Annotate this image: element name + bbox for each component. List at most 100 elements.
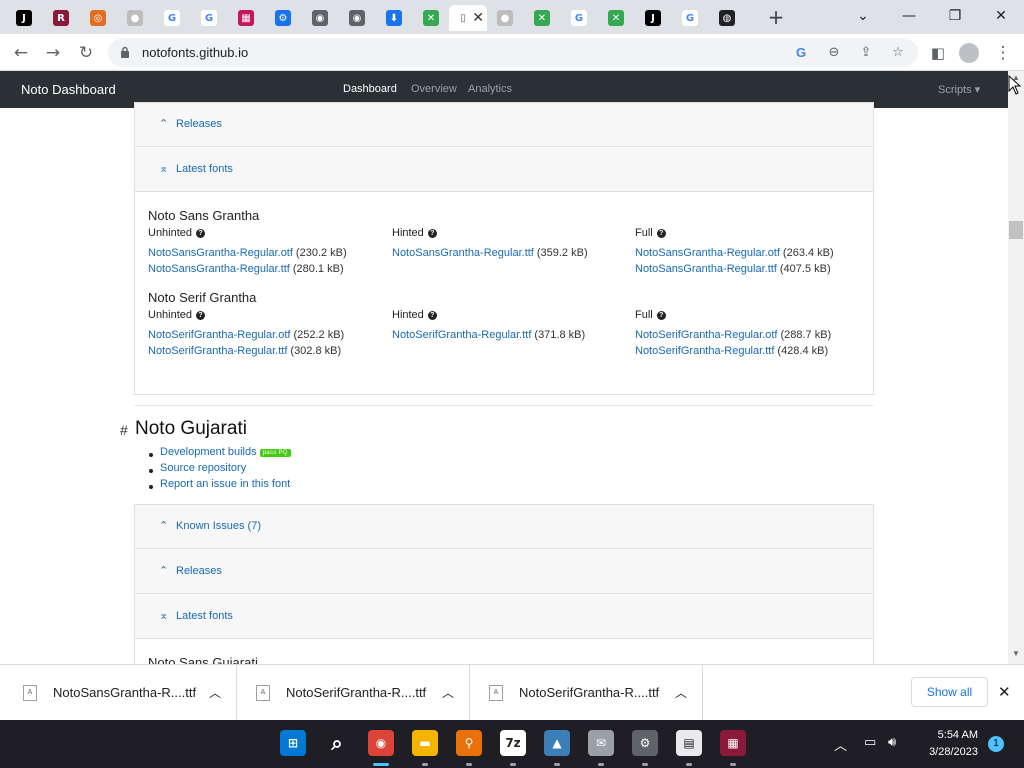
magnifier-app-icon[interactable]: ⚲ bbox=[456, 730, 482, 756]
font-file-link[interactable]: NotoSerifGrantha-Regular.otf bbox=[635, 329, 777, 341]
browser-tab[interactable]: R bbox=[43, 5, 79, 31]
releases-header[interactable]: ⌃ Releases bbox=[135, 550, 873, 594]
bookmark-star-icon[interactable]: ☆ bbox=[888, 43, 908, 63]
browser-tab[interactable]: ◉ bbox=[302, 5, 338, 31]
brand-link[interactable]: Noto Dashboard bbox=[21, 82, 116, 97]
browser-tab[interactable]: ✕ bbox=[413, 5, 449, 31]
help-icon[interactable]: ? bbox=[196, 229, 206, 238]
releases-label[interactable]: Releases bbox=[176, 565, 222, 577]
minimize-button[interactable]: — bbox=[894, 4, 924, 28]
nav-analytics[interactable]: Analytics bbox=[468, 83, 512, 95]
font-file-link[interactable]: NotoSansGrantha-Regular.otf bbox=[635, 247, 780, 259]
releases-label[interactable]: Releases bbox=[176, 118, 222, 130]
browser-tab[interactable]: ▦ bbox=[228, 5, 264, 31]
browser-tab[interactable]: ✕ bbox=[598, 5, 634, 31]
help-icon[interactable]: ? bbox=[656, 311, 666, 320]
font-file-link[interactable]: NotoSansGrantha-Regular.otf bbox=[148, 247, 293, 259]
search-icon[interactable]: ⌕ bbox=[324, 730, 350, 756]
download-filename[interactable]: NotoSerifGrantha-R....ttf bbox=[286, 685, 426, 700]
browser-tab[interactable]: G bbox=[191, 5, 227, 31]
lock-icon[interactable] bbox=[120, 46, 130, 58]
chevron-up-icon[interactable]: ︿ bbox=[442, 684, 454, 701]
notification-badge[interactable]: 1 bbox=[988, 736, 1004, 752]
help-icon[interactable]: ? bbox=[656, 229, 666, 238]
font-file-link[interactable]: NotoSerifGrantha-Regular.otf bbox=[148, 329, 290, 341]
font-file-link[interactable]: NotoSerifGrantha-Regular.ttf bbox=[635, 345, 774, 357]
share-icon[interactable]: ⇪ bbox=[856, 43, 876, 63]
network-icon[interactable]: ▭ bbox=[864, 735, 876, 750]
known-issues-label[interactable]: Known Issues (7) bbox=[176, 520, 261, 532]
tab-close-icon[interactable]: ✕ bbox=[472, 10, 484, 26]
profile-avatar-icon[interactable] bbox=[956, 40, 982, 66]
winrar-taskbar-icon[interactable]: ▦ bbox=[720, 730, 746, 756]
dev-builds-link[interactable]: Development builds bbox=[160, 446, 257, 458]
scrollbar-thumb[interactable] bbox=[1009, 221, 1023, 239]
inkscape-icon[interactable]: ▲ bbox=[544, 730, 570, 756]
chevron-up-icon[interactable]: ︿ bbox=[209, 684, 221, 701]
7zip-icon[interactable]: 7z bbox=[500, 730, 526, 756]
browser-tab[interactable]: ⬇ bbox=[376, 5, 412, 31]
browser-tab[interactable]: ▯ ✕ bbox=[449, 5, 487, 31]
help-icon[interactable]: ? bbox=[196, 311, 206, 320]
browser-tab[interactable]: J bbox=[635, 5, 671, 31]
side-panel-icon[interactable]: ◧ bbox=[925, 40, 951, 66]
mail-app-icon[interactable]: ✉ bbox=[588, 730, 614, 756]
clock-date[interactable]: 3/28/2023 bbox=[914, 746, 978, 758]
close-icon[interactable]: ✕ bbox=[998, 683, 1011, 701]
chevron-up-icon[interactable]: ︿ bbox=[675, 684, 687, 701]
clock-time[interactable]: 5:54 AM bbox=[930, 729, 978, 741]
scroll-down-arrow-icon[interactable]: ▼ bbox=[1012, 649, 1020, 658]
chevron-up-tray-icon[interactable]: ︿ bbox=[834, 735, 847, 754]
browser-tab[interactable]: G bbox=[154, 5, 190, 31]
report-issue-link[interactable]: Report an issue in this font bbox=[160, 478, 290, 490]
anchor-link[interactable]: # bbox=[120, 422, 128, 438]
browser-tab[interactable]: ◎ bbox=[80, 5, 116, 31]
chrome-taskbar-icon[interactable]: ◉ bbox=[368, 730, 394, 756]
close-window-button[interactable]: ✕ bbox=[986, 4, 1016, 28]
latest-fonts-label[interactable]: Latest fonts bbox=[176, 163, 233, 175]
browser-tab[interactable]: ✕ bbox=[524, 5, 560, 31]
browser-tab[interactable]: ◍ bbox=[709, 5, 745, 31]
chrome-menu-icon[interactable]: ⋮ bbox=[990, 40, 1016, 66]
tab-search-icon[interactable]: ⌄ bbox=[848, 4, 878, 28]
nav-dashboard[interactable]: Dashboard bbox=[343, 83, 397, 95]
font-file-link[interactable]: NotoSerifGrantha-Regular.ttf bbox=[148, 345, 287, 357]
reload-icon[interactable]: ↻ bbox=[73, 40, 99, 66]
address-bar[interactable]: notofonts.github.io G ⊖ ⇪ ☆ bbox=[108, 38, 918, 67]
nav-overview[interactable]: Overview bbox=[411, 83, 457, 95]
known-issues-header[interactable]: ⌃ Known Issues (7) bbox=[135, 505, 873, 549]
latest-fonts-label[interactable]: Latest fonts bbox=[176, 610, 233, 622]
nav-scripts-dropdown[interactable]: Scripts ▾ bbox=[938, 83, 980, 96]
start-icon[interactable]: ⊞ bbox=[280, 730, 306, 756]
font-file-link[interactable]: NotoSansGrantha-Regular.ttf bbox=[148, 263, 290, 275]
forward-arrow-icon[interactable]: → bbox=[40, 40, 66, 66]
back-arrow-icon[interactable]: ← bbox=[8, 40, 34, 66]
browser-tab[interactable]: G bbox=[672, 5, 708, 31]
file-explorer-icon[interactable]: ▬ bbox=[412, 730, 438, 756]
browser-tab[interactable]: ● bbox=[487, 5, 523, 31]
download-filename[interactable]: NotoSansGrantha-R....ttf bbox=[53, 685, 196, 700]
source-repo-link[interactable]: Source repository bbox=[160, 462, 246, 474]
font-file-link[interactable]: NotoSerifGrantha-Regular.ttf bbox=[392, 329, 531, 341]
download-item[interactable]: A NotoSerifGrantha-R....ttf ︿ bbox=[470, 665, 703, 721]
download-filename[interactable]: NotoSerifGrantha-R....ttf bbox=[519, 685, 659, 700]
zoom-icon[interactable]: ⊖ bbox=[824, 43, 844, 63]
browser-tab[interactable]: ● bbox=[117, 5, 153, 31]
page-scrollbar[interactable]: ▲ ▼ bbox=[1008, 71, 1024, 664]
browser-tab[interactable]: ⚙ bbox=[265, 5, 301, 31]
browser-tab[interactable]: G bbox=[561, 5, 597, 31]
google-lens-icon[interactable]: G bbox=[791, 43, 811, 63]
download-item[interactable]: A NotoSerifGrantha-R....ttf ︿ bbox=[237, 665, 470, 721]
show-all-button[interactable]: Show all bbox=[911, 677, 988, 707]
notepad-icon[interactable]: ▤ bbox=[676, 730, 702, 756]
browser-tab[interactable]: J bbox=[6, 5, 42, 31]
volume-icon[interactable]: 🔊︎ bbox=[888, 735, 896, 750]
font-file-link[interactable]: NotoSansGrantha-Regular.ttf bbox=[635, 263, 777, 275]
releases-header[interactable]: ⌃ Releases bbox=[135, 103, 873, 147]
help-icon[interactable]: ? bbox=[427, 229, 437, 238]
browser-tab[interactable]: ◉ bbox=[339, 5, 375, 31]
new-tab-button[interactable]: + bbox=[764, 6, 788, 30]
settings-taskbar-icon[interactable]: ⚙ bbox=[632, 730, 658, 756]
download-item[interactable]: A NotoSansGrantha-R....ttf ︿ bbox=[4, 665, 237, 721]
restore-button[interactable]: ❐ bbox=[940, 4, 970, 28]
